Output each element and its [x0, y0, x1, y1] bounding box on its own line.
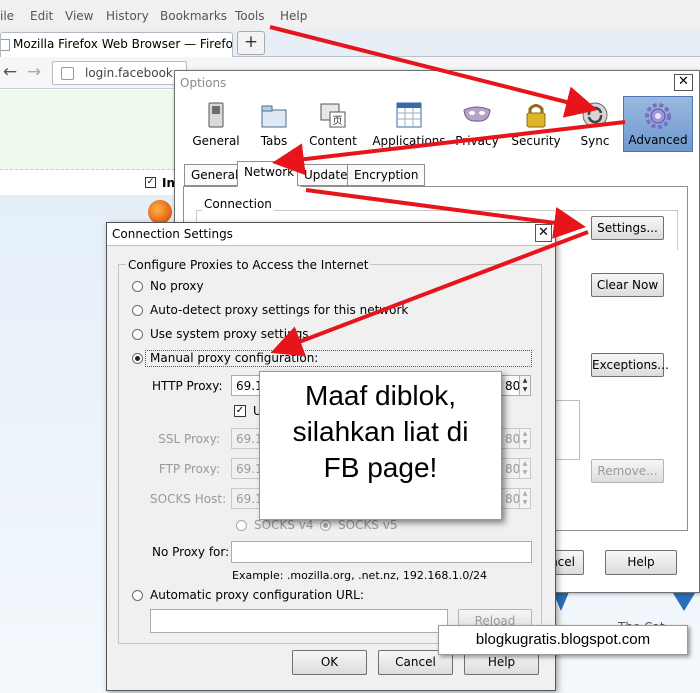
- lock-icon: [526, 104, 546, 128]
- radio-socks-v5-label: SOCKS v5: [338, 518, 398, 532]
- ssl-proxy-label: SSL Proxy:: [158, 432, 220, 446]
- connection-group-label: Connection: [202, 197, 274, 211]
- no-proxy-for-label: No Proxy for:: [152, 545, 230, 559]
- radio-socks-v4-label: SOCKS v4: [254, 518, 314, 532]
- general-icon: [208, 102, 224, 128]
- socks-host-label: SOCKS Host:: [150, 492, 227, 506]
- radio-no-proxy[interactable]: [132, 281, 143, 292]
- menu-tools[interactable]: Tools: [235, 9, 265, 23]
- toolbar-applications-label: Applications: [372, 134, 446, 148]
- ssl-port-spinner[interactable]: ▲ ▼: [519, 428, 531, 449]
- subtab-network[interactable]: Network: [237, 161, 302, 187]
- ssl-port-input[interactable]: 80: [501, 428, 521, 449]
- ftp-proxy-label: FTP Proxy:: [158, 462, 220, 476]
- url-bar[interactable]: login.facebook.c: [52, 61, 187, 85]
- overlay-note-line: Maaf diblok,: [305, 380, 456, 411]
- radio-auto-config-url[interactable]: [132, 590, 143, 601]
- clear-now-button[interactable]: Clear Now: [591, 273, 664, 297]
- gear-icon: [645, 103, 671, 129]
- remove-button[interactable]: Remove...: [591, 459, 664, 483]
- subtab-encryption[interactable]: Encryption: [347, 164, 426, 186]
- ok-button[interactable]: OK: [292, 650, 367, 675]
- use-for-all-checkbox[interactable]: ✓: [234, 405, 246, 417]
- connection-settings-close-button[interactable]: ✕: [535, 224, 552, 242]
- menu-help[interactable]: Help: [280, 9, 307, 23]
- applications-icon: [396, 102, 422, 128]
- url-text: login.facebook.c: [85, 66, 184, 80]
- exceptions-button[interactable]: Exceptions...: [591, 353, 669, 377]
- subtab-update[interactable]: Update: [297, 164, 355, 186]
- ftp-port-spinner[interactable]: ▲ ▼: [519, 458, 531, 479]
- proxy-config-group-label: Configure Proxies to Access the Internet: [126, 258, 371, 272]
- http-port-spinner[interactable]: ▲ ▼: [519, 375, 531, 396]
- options-help-button[interactable]: Help: [605, 550, 677, 575]
- favicon-icon: [1, 39, 10, 51]
- new-tab-button[interactable]: +: [237, 31, 265, 55]
- radio-manual-proxy[interactable]: [132, 353, 143, 364]
- options-close-button[interactable]: ✕: [674, 74, 693, 91]
- toolbar-sync-label: Sync: [580, 134, 610, 148]
- radio-socks-v4[interactable]: [236, 520, 247, 531]
- no-proxy-example: Example: .mozilla.org, .net.nz, 192.168.…: [232, 569, 488, 582]
- site-identity-icon[interactable]: [61, 67, 74, 80]
- radio-auto-detect-label: Auto-detect proxy settings for this netw…: [150, 303, 409, 317]
- http-proxy-label: HTTP Proxy:: [152, 379, 223, 393]
- svg-text:页: 页: [333, 115, 343, 127]
- menu-view[interactable]: View: [65, 9, 93, 23]
- socks-port-spinner[interactable]: ▲ ▼: [519, 488, 531, 509]
- browser-tab-title: Mozilla Firefox Web Browser — Firefox F.…: [13, 37, 233, 51]
- radio-manual-proxy-label: Manual proxy configuration:: [150, 351, 319, 365]
- sync-icon: [582, 102, 608, 128]
- page-checkbox[interactable]: ✓: [145, 177, 156, 188]
- settings-button[interactable]: Settings...: [591, 216, 664, 240]
- toolbar-content[interactable]: 页 Content: [298, 96, 368, 152]
- ftp-port-input[interactable]: 80: [501, 458, 521, 479]
- menu-file[interactable]: ile: [0, 9, 14, 23]
- options-title: Options: [180, 76, 227, 90]
- http-port-input[interactable]: 80: [501, 375, 521, 396]
- tabs-icon: [261, 105, 287, 128]
- no-proxy-for-input[interactable]: [231, 541, 532, 563]
- menu-edit[interactable]: Edit: [30, 9, 53, 23]
- content-icon: 页: [320, 103, 346, 128]
- socks-port-input[interactable]: 80: [501, 488, 521, 509]
- auto-config-url-input[interactable]: [150, 609, 448, 633]
- blog-watermark: blogkugratis.blogspot.com: [438, 625, 688, 655]
- menu-bar: ile Edit View History Bookmarks Tools He…: [0, 0, 700, 30]
- privacy-mask-icon: [463, 106, 491, 122]
- firefox-logo-icon: [148, 200, 172, 224]
- menu-history[interactable]: History: [106, 9, 149, 23]
- toolbar-sync[interactable]: Sync: [560, 96, 630, 152]
- radio-system-proxy[interactable]: [132, 329, 143, 340]
- radio-auto-config-url-label: Automatic proxy configuration URL:: [150, 588, 364, 602]
- radio-no-proxy-label: No proxy: [150, 279, 204, 293]
- toolbar-applications[interactable]: Applications: [371, 96, 447, 152]
- overlay-note-line: FB page!: [323, 452, 438, 483]
- browser-tab[interactable]: Mozilla Firefox Web Browser — Firefox F.…: [0, 32, 233, 57]
- radio-socks-v5[interactable]: [320, 520, 331, 531]
- overlay-note: Maaf diblok, silahkan liat di FB page!: [259, 371, 502, 520]
- connection-settings-title: Connection Settings: [112, 227, 233, 241]
- toolbar-advanced[interactable]: Advanced: [623, 96, 693, 152]
- overlay-note-line: silahkan liat di: [292, 416, 469, 447]
- toolbar-advanced-label: Advanced: [628, 133, 688, 147]
- radio-system-proxy-label: Use system proxy settings: [150, 327, 309, 341]
- page-header-area: [0, 90, 180, 170]
- toolbar-content-label: Content: [309, 134, 357, 148]
- menu-bookmarks[interactable]: Bookmarks: [160, 9, 227, 23]
- forward-arrow-icon[interactable]: →: [24, 63, 44, 83]
- radio-auto-detect[interactable]: [132, 305, 143, 316]
- back-arrow-icon[interactable]: ←: [0, 63, 20, 83]
